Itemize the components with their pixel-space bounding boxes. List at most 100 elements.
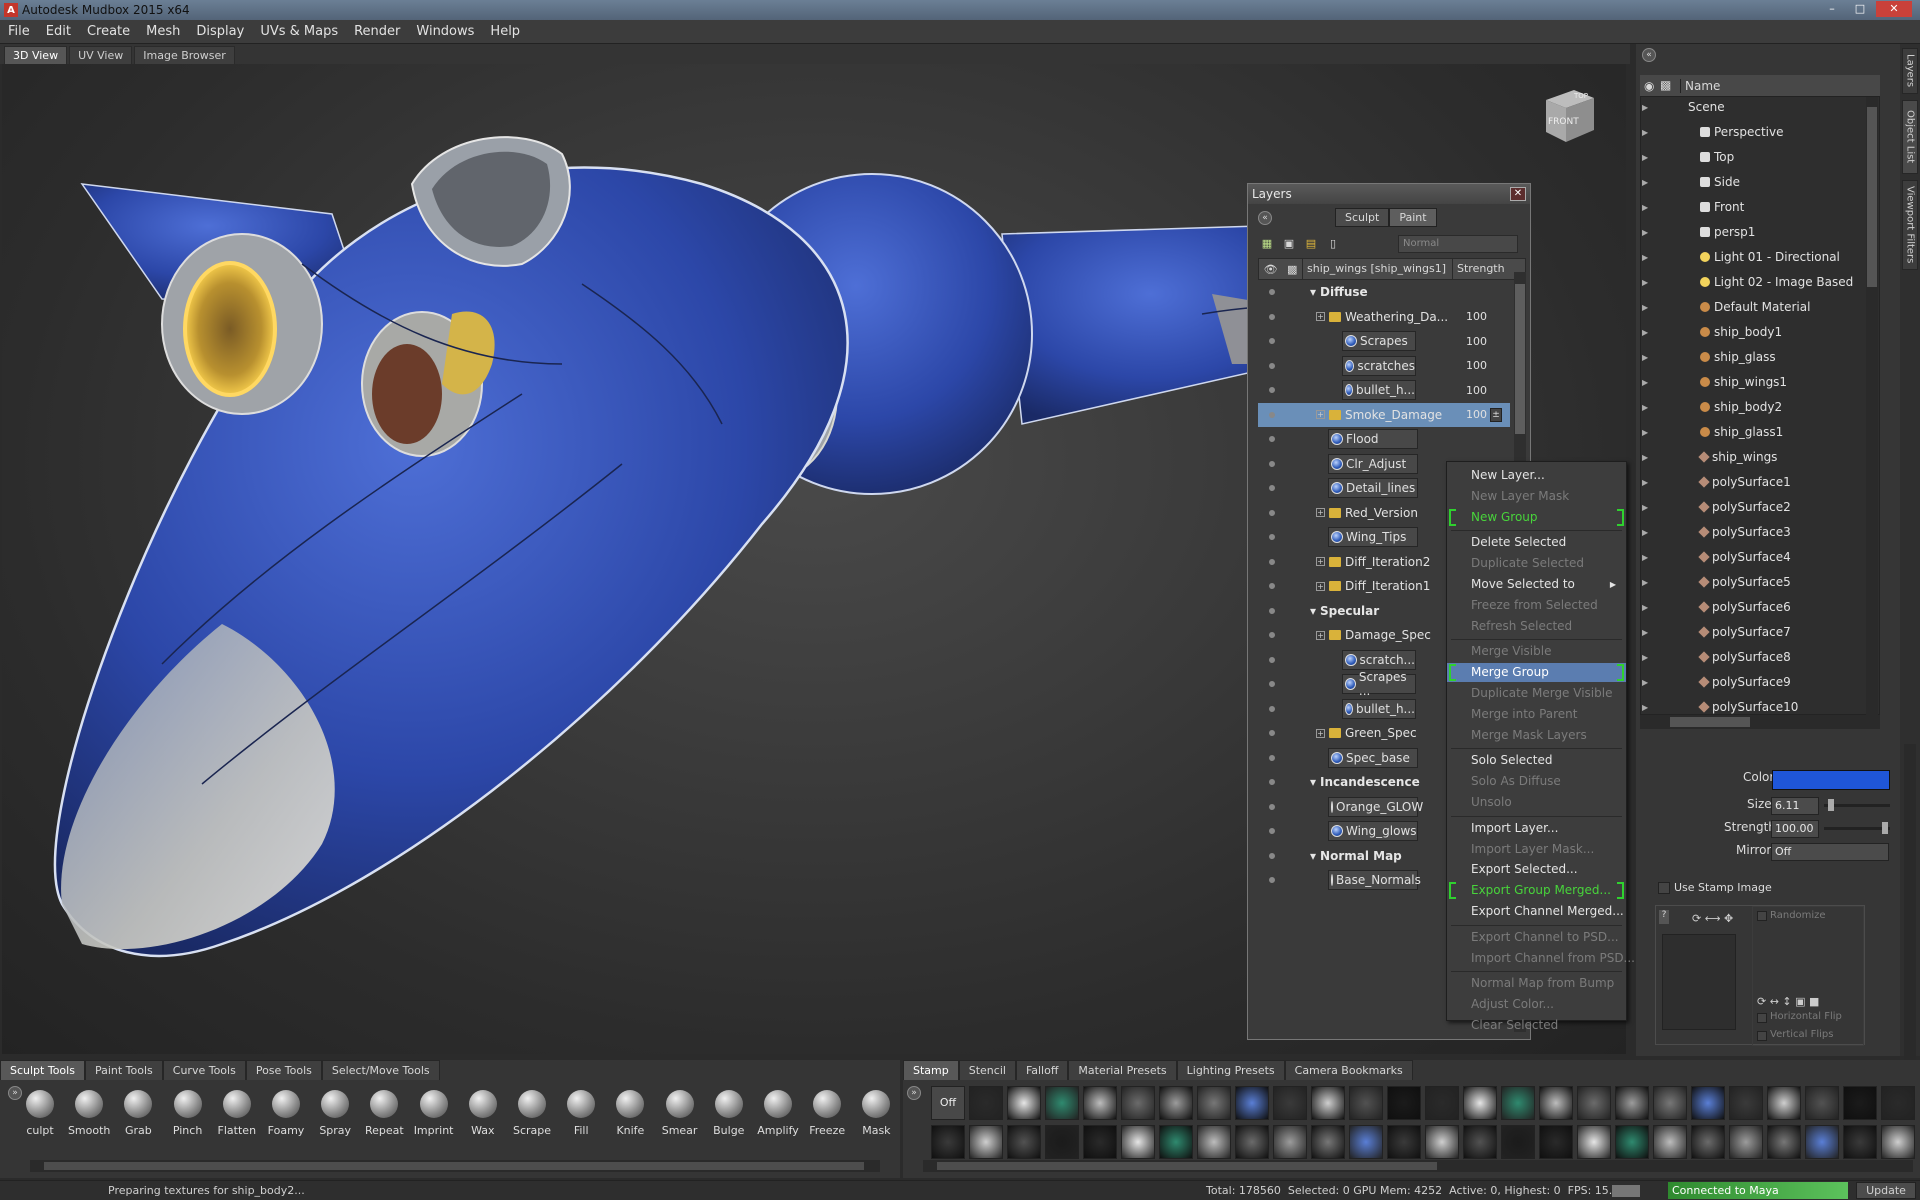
stamp-thumbnail[interactable] (1729, 1125, 1763, 1159)
menu-edit[interactable]: Edit (38, 24, 79, 39)
update-button[interactable]: Update (1856, 1182, 1916, 1199)
object-list-item[interactable]: ▶ polySurface3 (1640, 522, 1866, 542)
expand-arrow-icon[interactable]: ▶ (1642, 253, 1648, 262)
stamp-thumbnail[interactable] (1843, 1125, 1877, 1159)
object-list-item[interactable]: ▶ Top (1640, 147, 1866, 167)
object-list-item[interactable]: ▶ Light 01 - Directional (1640, 247, 1866, 267)
collapse-icon[interactable]: « (1258, 211, 1272, 225)
object-list-item[interactable]: ▶ Front (1640, 197, 1866, 217)
stamp-thumbnail[interactable] (1881, 1125, 1915, 1159)
expand-arrow-icon[interactable]: ▶ (1642, 503, 1648, 512)
expand-arrow-icon[interactable]: ▶ (1642, 528, 1648, 537)
expand-arrow-icon[interactable]: ▶ (1642, 278, 1648, 287)
stamp-rotate-icons[interactable]: ⟳ ⟷ ✥ (1692, 912, 1733, 925)
layer-section-label[interactable]: Diffuse (1310, 285, 1368, 299)
layers-scroll-thumb[interactable] (1515, 284, 1525, 434)
layer-name-header[interactable]: ship_wings [ship_wings1] (1303, 259, 1453, 279)
stamp-help-icon[interactable]: ? (1659, 910, 1669, 924)
expand-arrow-icon[interactable]: ▶ (1642, 478, 1648, 487)
visibility-toggle-icon[interactable] (1269, 852, 1275, 859)
tool-pinch[interactable]: Pinch (164, 1090, 212, 1137)
menu-render[interactable]: Render (346, 24, 408, 39)
new-folder-icon[interactable]: ▤ (1304, 237, 1318, 251)
tool-smear[interactable]: Smear (656, 1090, 704, 1137)
object-list-item[interactable]: ▶ Perspective (1640, 122, 1866, 142)
close-button[interactable]: ✕ (1876, 1, 1912, 17)
layer-group[interactable]: + Diff_Iteration1 (1316, 579, 1430, 593)
visibility-toggle-icon[interactable] (1269, 313, 1275, 320)
tab-select-move-tools[interactable]: Select/Move Tools (321, 1060, 440, 1080)
strength-adjust-icon[interactable]: ± (1490, 407, 1502, 422)
layer-group[interactable]: + Red_Version (1316, 506, 1418, 520)
layers-close-button[interactable]: ✕ (1510, 187, 1526, 201)
tab-falloff[interactable]: Falloff (1015, 1060, 1069, 1080)
object-list-item[interactable]: ▶ persp1 (1640, 222, 1866, 242)
layer-row[interactable]: + Smoke_Damage 100 ± (1258, 402, 1510, 427)
expand-icon[interactable]: + (1316, 557, 1325, 566)
tool-foamy[interactable]: Foamy (262, 1090, 310, 1137)
menu-item-merge-group[interactable]: Merge Group (1447, 663, 1626, 683)
object-list-item[interactable]: ▶ Scene (1640, 97, 1866, 117)
visibility-toggle-icon[interactable] (1269, 705, 1275, 712)
object-list-item[interactable]: ▶ ship_glass1 (1640, 422, 1866, 442)
object-list-item[interactable]: ▶ polySurface1 (1640, 472, 1866, 492)
stamp-thumbnail[interactable] (1083, 1086, 1117, 1120)
object-list-scrollbar[interactable] (1866, 97, 1878, 715)
visibility-toggle-icon[interactable] (1269, 656, 1275, 663)
object-list-item[interactable]: ▶ ship_wings (1640, 447, 1866, 467)
layer-row[interactable]: + Weathering_Da... 100 (1258, 305, 1510, 329)
layer-strength-value[interactable]: 100 (1466, 359, 1487, 372)
object-list-item[interactable]: ▶ polySurface4 (1640, 547, 1866, 567)
stamp-thumbnail[interactable] (1843, 1086, 1877, 1120)
tool-shelf-scrollbar[interactable] (30, 1160, 880, 1172)
color-swatch[interactable] (1772, 770, 1890, 790)
visibility-toggle-icon[interactable] (1269, 779, 1275, 785)
layer-group[interactable]: + Weathering_Da... (1316, 310, 1448, 324)
object-list-item[interactable]: ▶ polySurface7 (1640, 622, 1866, 642)
visibility-toggle-icon[interactable] (1269, 534, 1275, 540)
tab-layers-vertical[interactable]: Layers (1902, 48, 1918, 94)
layer-row[interactable]: Scrapes 100 (1258, 329, 1510, 353)
expand-icon[interactable]: + (1316, 581, 1325, 591)
layer-strength-value[interactable]: 100 (1466, 408, 1487, 421)
visibility-toggle-icon[interactable] (1269, 387, 1275, 393)
layer-item[interactable]: Clr_Adjust (1328, 453, 1418, 474)
object-list-item[interactable]: ▶ polySurface9 (1640, 672, 1866, 692)
tab-3d-view[interactable]: 3D View (4, 46, 68, 64)
stamp-thumbnail[interactable] (1311, 1125, 1345, 1159)
layer-item[interactable]: scratches (1342, 355, 1416, 376)
tool-scrape[interactable]: Scrape (508, 1090, 556, 1137)
layer-item[interactable]: Detail_lines (1328, 478, 1418, 498)
stamp-thumbnail[interactable] (1539, 1086, 1573, 1120)
visibility-toggle-icon[interactable] (1269, 828, 1275, 834)
stamp-thumbnail[interactable] (1311, 1086, 1345, 1120)
tool-imprint[interactable]: Imprint (410, 1090, 458, 1137)
menu-item-export-channel-merged[interactable]: Export Channel Merged... (1447, 902, 1626, 921)
stamp-thumbnail[interactable] (1387, 1125, 1421, 1159)
stamp-thumbnail[interactable] (1121, 1086, 1155, 1120)
visibility-toggle-icon[interactable] (1269, 338, 1275, 344)
layer-item[interactable]: Wing_glows (1328, 821, 1418, 841)
stamp-thumbnail[interactable] (1463, 1086, 1497, 1120)
stamp-off-button[interactable]: Off (931, 1086, 965, 1120)
menu-create[interactable]: Create (79, 24, 138, 39)
tool-smooth[interactable]: Smooth (65, 1090, 113, 1137)
stamp-thumbnail[interactable] (1083, 1125, 1117, 1159)
layer-row[interactable]: scratches 100 (1258, 354, 1510, 378)
size-slider[interactable] (1824, 799, 1890, 811)
stamp-thumbnail[interactable] (1463, 1125, 1497, 1159)
tab-viewport-filters-vertical[interactable]: Viewport Filters (1902, 180, 1918, 270)
minimize-button[interactable]: – (1820, 1, 1844, 17)
object-list-item[interactable]: ▶ ship_body1 (1640, 322, 1866, 342)
expand-arrow-icon[interactable]: ▶ (1642, 228, 1648, 237)
stamp-thumbnail[interactable] (1235, 1086, 1269, 1120)
delete-layer-icon[interactable]: ▯ (1326, 237, 1340, 251)
stamp-thumbnail[interactable] (1691, 1125, 1725, 1159)
stamp-thumbnail[interactable] (1577, 1086, 1611, 1120)
expand-arrow-icon[interactable]: ▶ (1642, 653, 1648, 662)
paint-mode-button[interactable]: Paint (1389, 208, 1437, 227)
layer-strength-value[interactable]: 100 (1466, 384, 1487, 397)
object-list-item[interactable]: ▶ ship_wings1 (1640, 372, 1866, 392)
stamp-thumbnail[interactable] (1121, 1125, 1155, 1159)
stamp-thumbnail[interactable] (969, 1125, 1003, 1159)
